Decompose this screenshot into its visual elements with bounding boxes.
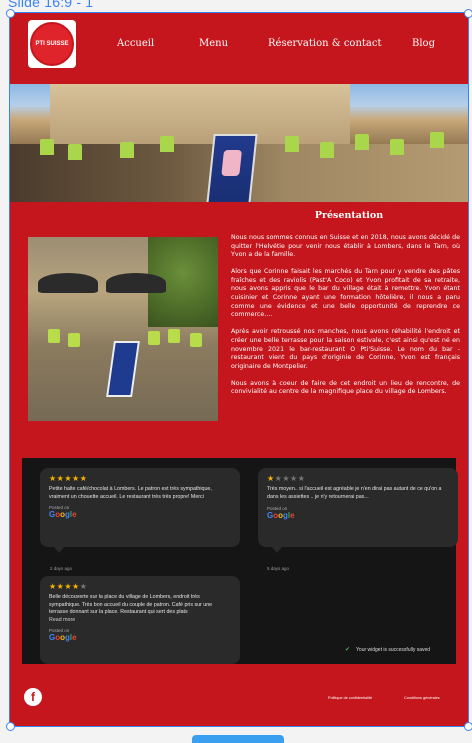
photo-chair: [355, 134, 369, 150]
photo-chair: [320, 142, 334, 158]
photo-chair: [285, 136, 299, 152]
star-icon: ★★★★★: [49, 474, 88, 483]
nav-menu[interactable]: Menu: [199, 38, 228, 49]
star-rating: ★★★★★: [49, 582, 231, 591]
bottom-toolbar-button[interactable]: [192, 735, 284, 743]
review-card[interactable]: ★★★★★ Petite halte café/chocolat à Lombe…: [40, 468, 240, 547]
review-text: Petite halte café/chocolat à Lombers. Le…: [49, 486, 212, 500]
site-header: PTI SUISSE Accueil Menu Réservation & co…: [10, 13, 468, 83]
facebook-icon[interactable]: f: [24, 688, 42, 706]
nav-reservation-contact[interactable]: Réservation & contact: [268, 38, 382, 49]
restaurant-photo: [28, 237, 218, 421]
terms-link[interactable]: Conditions générales: [404, 696, 440, 700]
star-icon: ★: [267, 474, 275, 483]
logo-text: PTI SUISSE: [35, 40, 69, 47]
site-footer: f Politique de confidentialité Condition…: [10, 668, 468, 726]
review-tail: [272, 547, 282, 553]
presentation-paragraph: Après avoir retroussé nos manches, nous …: [231, 328, 460, 370]
review-text: Belle découverte sur la place du village…: [49, 594, 213, 616]
privacy-policy-link[interactable]: Politique de confidentialité: [328, 696, 372, 700]
read-more-link[interactable]: Read more: [49, 617, 231, 625]
presentation-title: Présentation: [314, 210, 384, 221]
star-rating: ★★★★★: [267, 474, 449, 483]
star-empty-icon: ★★★★: [274, 474, 306, 483]
photo-ice-cream-sign: [106, 341, 140, 397]
check-icon: ✔: [345, 647, 351, 653]
resize-handle-top-right[interactable]: [464, 9, 472, 18]
photo-umbrella: [38, 273, 98, 293]
google-logo: Google: [49, 510, 77, 520]
nav-accueil[interactable]: Accueil: [117, 38, 154, 49]
resize-handle-bottom-left[interactable]: [6, 722, 15, 731]
review-date: 2 days ago: [50, 566, 73, 571]
photo-chair: [148, 331, 160, 345]
resize-handle-top-left[interactable]: [6, 9, 15, 18]
nav-blog[interactable]: Blog: [412, 38, 435, 49]
photo-chair: [68, 333, 80, 347]
star-icon: ★★★★: [49, 582, 80, 591]
photo-chair: [40, 139, 54, 155]
review-card[interactable]: ★★★★★ Belle découverte sur la place du v…: [40, 576, 240, 664]
review-date: 5 days ago: [267, 566, 290, 571]
photo-chair: [120, 142, 134, 158]
photo-chair: [160, 136, 174, 152]
review-text: Très moyen.. si l'accueil est agréable j…: [267, 486, 442, 500]
photo-chair: [168, 329, 180, 343]
google-logo: Google: [49, 633, 77, 643]
presentation-paragraph: Nous nous sommes connus en Suisse et en …: [231, 234, 460, 259]
terrace-photo: [10, 84, 468, 202]
ice-cream-sign: [206, 134, 258, 202]
star-empty-icon: ★: [79, 582, 88, 591]
photo-chair: [430, 132, 444, 148]
photo-chair: [48, 329, 60, 343]
logo-badge: PTI SUISSE: [30, 22, 74, 66]
photo-chair: [190, 333, 202, 347]
presentation-text: Nous nous sommes connus en Suisse et en …: [231, 234, 460, 406]
star-rating: ★★★★★: [49, 474, 231, 483]
widget-saved-text: Your widget is successfully saved: [356, 647, 431, 653]
slide-label[interactable]: Slide 16:9 - 1: [8, 0, 93, 10]
review-tail: [54, 547, 64, 553]
review-card[interactable]: ★★★★★ Très moyen.. si l'accueil est agré…: [258, 468, 458, 547]
photo-chair: [390, 139, 404, 155]
photo-chair: [68, 144, 82, 160]
presentation-paragraph: Alors que Corinne faisait les marchés du…: [231, 268, 460, 319]
presentation-paragraph: Nous avons à coeur de faire de cet endro…: [231, 379, 460, 396]
reviews-widget[interactable]: ★★★★★ Petite halte café/chocolat à Lombe…: [22, 458, 458, 664]
photo-building: [50, 84, 350, 144]
google-logo: Google: [267, 511, 295, 521]
site-logo[interactable]: PTI SUISSE: [28, 20, 76, 68]
photo-umbrella: [106, 273, 166, 293]
resize-handle-bottom-right[interactable]: [464, 722, 472, 731]
slide-frame[interactable]: PTI SUISSE Accueil Menu Réservation & co…: [9, 12, 469, 727]
widget-saved-status: ✔ Your widget is successfully saved: [345, 646, 430, 653]
